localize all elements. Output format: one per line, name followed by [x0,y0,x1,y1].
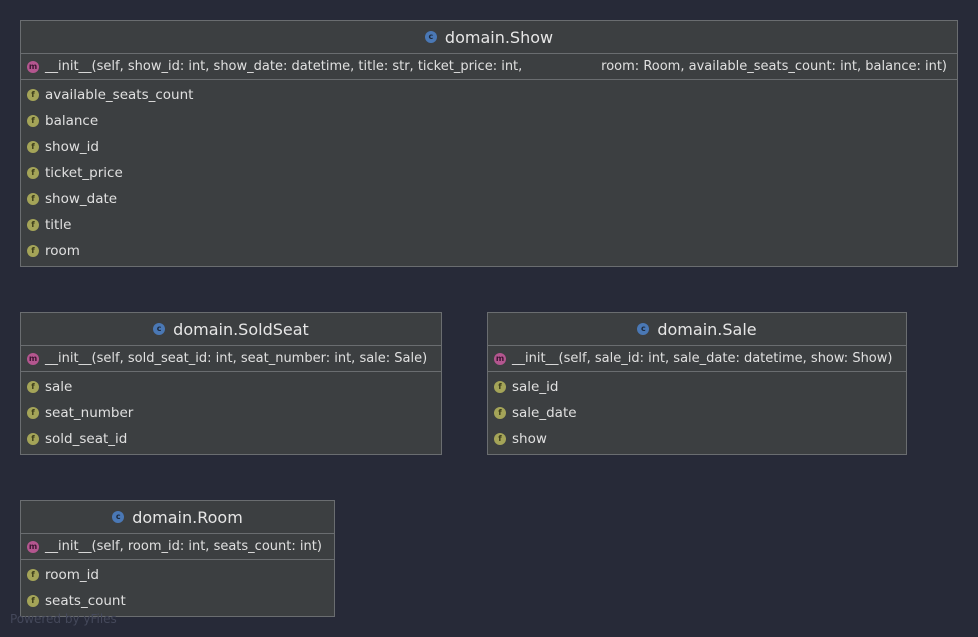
method-icon: m [27,352,39,365]
method-icon: m [27,60,39,73]
field-item[interactable]: f room_id [21,562,334,588]
method-init[interactable]: m __init__(self, sold_seat_id: int, seat… [21,346,441,372]
field-label: seat_number [45,405,134,421]
class-name: domain.Room [132,507,243,527]
field-item[interactable]: f room [21,238,957,264]
field-icon: f [27,595,39,607]
class-node-sale[interactable]: c domain.Sale m __init__(self, sale_id: … [487,312,907,455]
field-label: balance [45,113,99,129]
field-list: f available_seats_count f balance f show_id… [21,80,957,264]
field-label: title [45,217,72,233]
field-item[interactable]: f seat_number [21,400,441,426]
field-item[interactable]: f show_date [21,186,957,212]
method-icon: m [494,352,506,365]
class-node-room[interactable]: c domain.Room m __init__(self, room_id: … [20,500,335,617]
field-icon: f [494,407,506,419]
field-label: ticket_price [45,165,123,181]
field-item[interactable]: f show [488,426,906,452]
field-label: show_date [45,191,118,207]
class-icon: c [153,323,166,335]
class-name: domain.Sale [657,319,757,339]
field-icon: f [27,89,39,101]
field-icon: f [27,193,39,205]
field-item[interactable]: f sold_seat_id [21,426,441,452]
field-icon: f [27,219,39,231]
field-label: seats_count [45,593,126,609]
field-item[interactable]: f available_seats_count [21,82,957,108]
field-label: room_id [45,567,99,583]
field-icon: f [27,407,39,419]
field-icon: f [27,141,39,153]
class-header: c domain.Show [21,21,957,54]
method-init[interactable]: m __init__(self, sale_id: int, sale_date… [488,346,906,372]
field-icon: f [27,167,39,179]
field-list: f sale f seat_number f sold_seat_id [21,372,441,452]
watermark: Powered by yFiles [10,612,117,626]
class-name: domain.Show [444,27,554,47]
class-name: domain.SoldSeat [173,319,309,339]
class-header: c domain.SoldSeat [21,313,441,346]
method-signature: __init__(self, show_id: int, show_date: … [45,59,523,74]
field-item[interactable]: f sale_id [488,374,906,400]
class-node-show[interactable]: c domain.Show m __init__(self, show_id: … [20,20,958,267]
class-node-soldseat[interactable]: c domain.SoldSeat m __init__(self, sold_… [20,312,442,455]
method-icon: m [27,540,39,553]
field-label: sold_seat_id [45,431,128,447]
field-icon: f [27,381,39,393]
method-init[interactable]: m __init__(self, room_id: int, seats_cou… [21,534,334,560]
method-init[interactable]: m __init__(self, show_id: int, show_date… [21,54,957,80]
field-icon: f [27,433,39,445]
field-icon: f [494,433,506,445]
field-icon: f [494,381,506,393]
class-icon: c [637,323,650,335]
field-label: sale_id [512,379,559,395]
field-label: available_seats_count [45,87,194,103]
field-label: show_id [45,139,99,155]
field-icon: f [27,115,39,127]
field-label: sale_date [512,405,577,421]
field-list: f room_id f seats_count [21,560,334,614]
field-item[interactable]: f sale_date [488,400,906,426]
method-signature-continued: room: Room, available_seats_count: int, … [601,59,947,74]
field-item[interactable]: f balance [21,108,957,134]
class-header: c domain.Sale [488,313,906,346]
class-icon: c [112,511,125,523]
method-signature: __init__(self, sale_id: int, sale_date: … [512,351,893,366]
method-signature: __init__(self, room_id: int, seats_count… [45,539,322,554]
field-item[interactable]: f sale [21,374,441,400]
field-item[interactable]: f show_id [21,134,957,160]
field-label: show [512,431,547,447]
class-header: c domain.Room [21,501,334,534]
field-item[interactable]: f title [21,212,957,238]
method-signature: __init__(self, sold_seat_id: int, seat_n… [45,351,428,366]
field-label: sale [45,379,73,395]
field-item[interactable]: f seats_count [21,588,334,614]
field-label: room [45,243,80,259]
field-list: f sale_id f sale_date f show [488,372,906,452]
field-icon: f [27,569,39,581]
field-icon: f [27,245,39,257]
class-icon: c [424,31,437,43]
field-item[interactable]: f ticket_price [21,160,957,186]
